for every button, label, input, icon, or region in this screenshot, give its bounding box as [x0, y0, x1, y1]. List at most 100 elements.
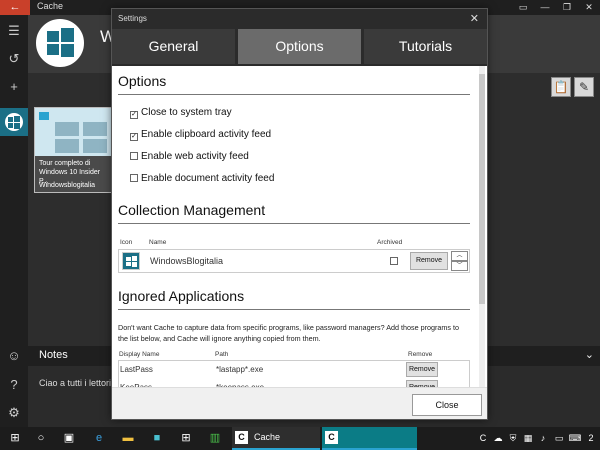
ignored-description: Don't want Cache to capture data from sp…	[118, 323, 459, 343]
col-header-name: Name	[149, 239, 167, 246]
col-header-icon: Icon	[120, 239, 133, 246]
notes-text: Ciao a tutti i lettori d	[39, 378, 119, 388]
app-pinned-icon[interactable]: ▥	[204, 427, 226, 450]
dialog-footer: Close	[112, 387, 487, 419]
dialog-scrollbar[interactable]	[479, 66, 485, 396]
scrollbar-thumb[interactable]	[479, 74, 485, 304]
notifications-icon[interactable]: 2	[584, 427, 598, 450]
checkbox-checked-icon[interactable]: ✓	[130, 111, 138, 119]
settings-tabs: General Options Tutorials	[112, 29, 487, 66]
cache-app-icon: C	[235, 431, 248, 444]
compact-overlay-button[interactable]: ▭	[512, 0, 534, 15]
divider	[118, 309, 470, 310]
plus-icon[interactable]: +	[0, 79, 28, 94]
settings-dialog: Settings ✕ General Options Tutorials Opt…	[111, 8, 488, 420]
ignored-app-path: *lastapp*.exe	[216, 365, 264, 374]
network-icon[interactable]: ▦	[521, 427, 535, 450]
col-header-path: Path	[215, 351, 229, 358]
edit-button[interactable]: ✎	[574, 77, 594, 97]
hamburger-icon[interactable]: ☰	[0, 23, 28, 39]
taskbar: ⊞ ○ ▣ e ▬ ■ ⊞ ▥ C Cache C C ☁ ⛨ ▦ ♪ ▭ ⌨ …	[0, 427, 600, 450]
shield-icon[interactable]: ⛨	[506, 427, 520, 450]
chevron-up-icon: ︿	[456, 253, 463, 259]
notes-label: Notes	[39, 349, 68, 361]
taskbar-app-label: Cache	[254, 432, 281, 442]
checkbox-document-feed[interactable]: Enable document activity feed	[130, 173, 274, 184]
checkbox-label: Enable document activity feed	[141, 173, 275, 184]
task-view-icon[interactable]: ▣	[58, 427, 80, 450]
keyboard-icon[interactable]: ⌨	[568, 427, 582, 450]
edge-icon[interactable]: e	[88, 427, 110, 450]
collection-avatar-icon	[5, 113, 23, 131]
help-icon[interactable]: ?	[0, 377, 28, 392]
close-button[interactable]: Close	[412, 394, 482, 416]
back-arrow-icon: ←	[9, 1, 21, 13]
checkbox-close-to-tray[interactable]: ✓ Close to system tray	[130, 107, 232, 119]
volume-icon[interactable]: ♪	[536, 427, 550, 450]
ignored-app-name: LastPass	[120, 365, 153, 374]
dialog-title: Settings	[118, 14, 147, 23]
file-explorer-icon[interactable]: ▬	[117, 427, 139, 450]
archived-checkbox[interactable]	[390, 257, 398, 265]
checkbox-label: Enable clipboard activity feed	[141, 129, 272, 140]
remove-ignored-button[interactable]: Remove	[406, 362, 438, 377]
app-title: Cache	[37, 1, 64, 11]
smiley-icon[interactable]: ☺	[0, 348, 28, 363]
col-header-archived: Archived	[377, 239, 403, 246]
taskbar-app-cache-window[interactable]: C	[322, 427, 417, 450]
windows-start-icon[interactable]: ⊞	[4, 427, 26, 450]
paste-button[interactable]: 📋	[551, 77, 571, 97]
remove-collection-button[interactable]: Remove	[410, 252, 448, 270]
ignored-heading: Ignored Applications	[118, 288, 245, 304]
app-pinned-icon[interactable]: ■	[146, 427, 168, 450]
col-header-display-name: Display Name	[119, 351, 160, 358]
gear-icon[interactable]: ⚙	[0, 405, 28, 421]
collection-icon	[122, 252, 140, 270]
options-heading: Options	[118, 73, 167, 89]
move-up-button[interactable]: ︿	[451, 251, 468, 261]
checkbox-checked-icon[interactable]: ✓	[130, 133, 138, 141]
rail-item-collection[interactable]	[0, 108, 28, 136]
cloud-icon[interactable]: ☁	[491, 427, 505, 450]
collection-row: WindowsBlogitalia Remove ︿ ﹀	[118, 249, 470, 273]
cache-app-icon: C	[325, 431, 338, 444]
store-icon[interactable]: ⊞	[175, 427, 197, 450]
checkbox-web-feed[interactable]: Enable web activity feed	[130, 151, 249, 162]
chevron-down-icon[interactable]: ⌄	[585, 348, 594, 361]
collection-name: WindowsBlogitalia	[150, 256, 224, 266]
tab-tutorials[interactable]: Tutorials	[364, 29, 487, 64]
checkbox-unchecked-icon[interactable]	[130, 152, 138, 160]
battery-icon[interactable]: ▭	[552, 427, 566, 450]
minimize-button[interactable]: —	[534, 0, 556, 15]
close-icon[interactable]: ✕	[470, 12, 479, 25]
checkbox-clipboard-feed[interactable]: ✓ Enable clipboard activity feed	[130, 129, 271, 141]
checkbox-label: Enable web activity feed	[141, 151, 249, 162]
card-thumbnail	[35, 108, 111, 156]
checkbox-unchecked-icon[interactable]	[130, 174, 138, 182]
cache-tray-icon[interactable]: C	[476, 427, 490, 450]
tab-options[interactable]: Options	[238, 29, 361, 64]
chevron-down-icon: ﹀	[456, 263, 463, 269]
card-source: Windowsblogitalia	[39, 182, 96, 189]
divider	[118, 94, 470, 95]
divider	[118, 223, 470, 224]
tab-general[interactable]: General	[112, 29, 235, 64]
clip-card[interactable]: Tour completo di Windows 10 Insider P...…	[34, 107, 112, 193]
edit-icon: ✎	[578, 80, 590, 94]
clipboard-icon: 📋	[553, 80, 569, 94]
collection-heading: Collection Management	[118, 202, 266, 218]
col-header-remove: Remove	[408, 351, 433, 358]
notification-count: 2	[588, 433, 594, 443]
window-close-button[interactable]: ✕	[578, 0, 600, 15]
options-content: Options ✓ Close to system tray ✓ Enable cl…	[112, 66, 479, 396]
cortana-icon[interactable]: ○	[30, 427, 52, 450]
taskbar-app-cache[interactable]: C Cache	[232, 427, 320, 450]
maximize-button[interactable]: ❐	[556, 0, 578, 15]
move-down-button[interactable]: ﹀	[451, 261, 468, 271]
back-button[interactable]: ←	[0, 0, 30, 15]
dialog-titlebar: Settings ✕	[112, 9, 487, 29]
history-icon[interactable]: ↺	[0, 51, 28, 67]
collection-avatar	[36, 19, 84, 67]
table-row: LastPass *lastapp*.exe Remove	[119, 361, 471, 379]
checkbox-label: Close to system tray	[141, 107, 232, 118]
